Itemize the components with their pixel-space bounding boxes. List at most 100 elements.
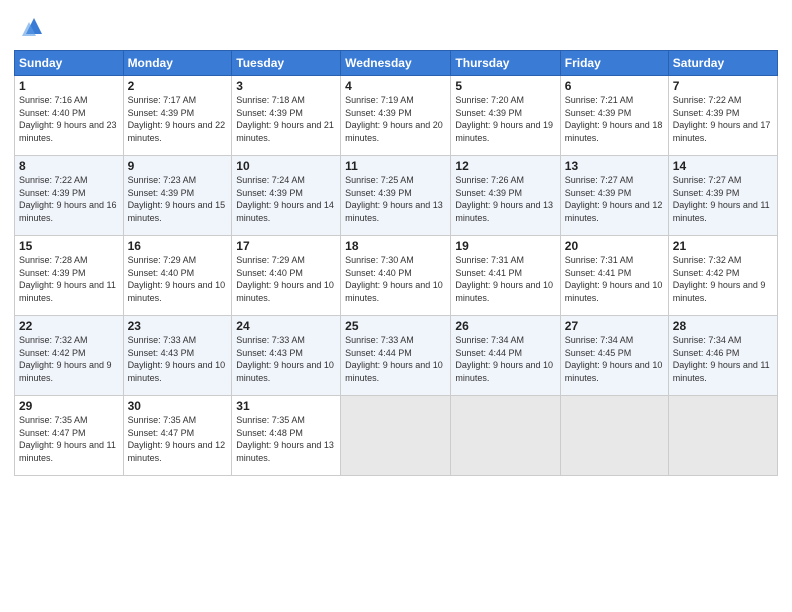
calendar-cell: 26Sunrise: 7:34 AMSunset: 4:44 PMDayligh… bbox=[451, 316, 560, 396]
calendar-cell: 17Sunrise: 7:29 AMSunset: 4:40 PMDayligh… bbox=[232, 236, 341, 316]
day-info: Sunrise: 7:31 AMSunset: 4:41 PMDaylight:… bbox=[565, 254, 664, 304]
calendar-cell bbox=[560, 396, 668, 476]
day-number: 21 bbox=[673, 239, 773, 253]
day-number: 5 bbox=[455, 79, 555, 93]
day-info: Sunrise: 7:29 AMSunset: 4:40 PMDaylight:… bbox=[236, 254, 336, 304]
calendar-cell: 15Sunrise: 7:28 AMSunset: 4:39 PMDayligh… bbox=[15, 236, 124, 316]
calendar-week-row: 15Sunrise: 7:28 AMSunset: 4:39 PMDayligh… bbox=[15, 236, 778, 316]
calendar-cell: 24Sunrise: 7:33 AMSunset: 4:43 PMDayligh… bbox=[232, 316, 341, 396]
day-info: Sunrise: 7:22 AMSunset: 4:39 PMDaylight:… bbox=[673, 94, 773, 144]
calendar-cell: 18Sunrise: 7:30 AMSunset: 4:40 PMDayligh… bbox=[341, 236, 451, 316]
day-info: Sunrise: 7:33 AMSunset: 4:44 PMDaylight:… bbox=[345, 334, 446, 384]
col-header-sunday: Sunday bbox=[15, 51, 124, 76]
calendar-cell: 19Sunrise: 7:31 AMSunset: 4:41 PMDayligh… bbox=[451, 236, 560, 316]
calendar-cell: 20Sunrise: 7:31 AMSunset: 4:41 PMDayligh… bbox=[560, 236, 668, 316]
day-info: Sunrise: 7:25 AMSunset: 4:39 PMDaylight:… bbox=[345, 174, 446, 224]
day-number: 24 bbox=[236, 319, 336, 333]
calendar-cell bbox=[668, 396, 777, 476]
day-number: 31 bbox=[236, 399, 336, 413]
day-info: Sunrise: 7:30 AMSunset: 4:40 PMDaylight:… bbox=[345, 254, 446, 304]
day-number: 7 bbox=[673, 79, 773, 93]
col-header-thursday: Thursday bbox=[451, 51, 560, 76]
calendar-cell: 9Sunrise: 7:23 AMSunset: 4:39 PMDaylight… bbox=[123, 156, 232, 236]
header bbox=[14, 10, 778, 44]
day-number: 3 bbox=[236, 79, 336, 93]
calendar-cell: 28Sunrise: 7:34 AMSunset: 4:46 PMDayligh… bbox=[668, 316, 777, 396]
calendar-week-row: 8Sunrise: 7:22 AMSunset: 4:39 PMDaylight… bbox=[15, 156, 778, 236]
day-number: 27 bbox=[565, 319, 664, 333]
calendar-cell: 10Sunrise: 7:24 AMSunset: 4:39 PMDayligh… bbox=[232, 156, 341, 236]
day-number: 25 bbox=[345, 319, 446, 333]
col-header-wednesday: Wednesday bbox=[341, 51, 451, 76]
day-number: 26 bbox=[455, 319, 555, 333]
day-info: Sunrise: 7:33 AMSunset: 4:43 PMDaylight:… bbox=[128, 334, 228, 384]
day-info: Sunrise: 7:34 AMSunset: 4:45 PMDaylight:… bbox=[565, 334, 664, 384]
calendar-cell: 16Sunrise: 7:29 AMSunset: 4:40 PMDayligh… bbox=[123, 236, 232, 316]
calendar-cell: 30Sunrise: 7:35 AMSunset: 4:47 PMDayligh… bbox=[123, 396, 232, 476]
day-number: 9 bbox=[128, 159, 228, 173]
day-info: Sunrise: 7:32 AMSunset: 4:42 PMDaylight:… bbox=[673, 254, 773, 304]
day-number: 17 bbox=[236, 239, 336, 253]
day-info: Sunrise: 7:31 AMSunset: 4:41 PMDaylight:… bbox=[455, 254, 555, 304]
col-header-monday: Monday bbox=[123, 51, 232, 76]
col-header-tuesday: Tuesday bbox=[232, 51, 341, 76]
logo bbox=[14, 14, 46, 44]
calendar-cell: 21Sunrise: 7:32 AMSunset: 4:42 PMDayligh… bbox=[668, 236, 777, 316]
day-number: 13 bbox=[565, 159, 664, 173]
day-info: Sunrise: 7:16 AMSunset: 4:40 PMDaylight:… bbox=[19, 94, 119, 144]
day-info: Sunrise: 7:34 AMSunset: 4:46 PMDaylight:… bbox=[673, 334, 773, 384]
calendar-cell: 25Sunrise: 7:33 AMSunset: 4:44 PMDayligh… bbox=[341, 316, 451, 396]
calendar-cell: 13Sunrise: 7:27 AMSunset: 4:39 PMDayligh… bbox=[560, 156, 668, 236]
day-info: Sunrise: 7:26 AMSunset: 4:39 PMDaylight:… bbox=[455, 174, 555, 224]
day-info: Sunrise: 7:35 AMSunset: 4:47 PMDaylight:… bbox=[19, 414, 119, 464]
day-number: 10 bbox=[236, 159, 336, 173]
calendar-cell: 1Sunrise: 7:16 AMSunset: 4:40 PMDaylight… bbox=[15, 76, 124, 156]
calendar-week-row: 1Sunrise: 7:16 AMSunset: 4:40 PMDaylight… bbox=[15, 76, 778, 156]
day-number: 22 bbox=[19, 319, 119, 333]
day-info: Sunrise: 7:20 AMSunset: 4:39 PMDaylight:… bbox=[455, 94, 555, 144]
calendar-cell: 2Sunrise: 7:17 AMSunset: 4:39 PMDaylight… bbox=[123, 76, 232, 156]
calendar-cell: 7Sunrise: 7:22 AMSunset: 4:39 PMDaylight… bbox=[668, 76, 777, 156]
day-number: 23 bbox=[128, 319, 228, 333]
calendar-cell: 31Sunrise: 7:35 AMSunset: 4:48 PMDayligh… bbox=[232, 396, 341, 476]
day-info: Sunrise: 7:24 AMSunset: 4:39 PMDaylight:… bbox=[236, 174, 336, 224]
day-info: Sunrise: 7:32 AMSunset: 4:42 PMDaylight:… bbox=[19, 334, 119, 384]
calendar-cell: 11Sunrise: 7:25 AMSunset: 4:39 PMDayligh… bbox=[341, 156, 451, 236]
calendar-cell: 3Sunrise: 7:18 AMSunset: 4:39 PMDaylight… bbox=[232, 76, 341, 156]
page: SundayMondayTuesdayWednesdayThursdayFrid… bbox=[0, 0, 792, 612]
calendar-cell: 14Sunrise: 7:27 AMSunset: 4:39 PMDayligh… bbox=[668, 156, 777, 236]
day-number: 16 bbox=[128, 239, 228, 253]
calendar-week-row: 29Sunrise: 7:35 AMSunset: 4:47 PMDayligh… bbox=[15, 396, 778, 476]
calendar-cell: 4Sunrise: 7:19 AMSunset: 4:39 PMDaylight… bbox=[341, 76, 451, 156]
day-info: Sunrise: 7:21 AMSunset: 4:39 PMDaylight:… bbox=[565, 94, 664, 144]
calendar-table: SundayMondayTuesdayWednesdayThursdayFrid… bbox=[14, 50, 778, 476]
day-info: Sunrise: 7:28 AMSunset: 4:39 PMDaylight:… bbox=[19, 254, 119, 304]
day-info: Sunrise: 7:33 AMSunset: 4:43 PMDaylight:… bbox=[236, 334, 336, 384]
calendar-cell: 5Sunrise: 7:20 AMSunset: 4:39 PMDaylight… bbox=[451, 76, 560, 156]
day-info: Sunrise: 7:27 AMSunset: 4:39 PMDaylight:… bbox=[673, 174, 773, 224]
calendar-cell: 22Sunrise: 7:32 AMSunset: 4:42 PMDayligh… bbox=[15, 316, 124, 396]
day-info: Sunrise: 7:22 AMSunset: 4:39 PMDaylight:… bbox=[19, 174, 119, 224]
logo-icon bbox=[14, 14, 44, 44]
day-info: Sunrise: 7:35 AMSunset: 4:48 PMDaylight:… bbox=[236, 414, 336, 464]
day-number: 12 bbox=[455, 159, 555, 173]
day-info: Sunrise: 7:34 AMSunset: 4:44 PMDaylight:… bbox=[455, 334, 555, 384]
day-info: Sunrise: 7:23 AMSunset: 4:39 PMDaylight:… bbox=[128, 174, 228, 224]
calendar-cell: 29Sunrise: 7:35 AMSunset: 4:47 PMDayligh… bbox=[15, 396, 124, 476]
calendar-week-row: 22Sunrise: 7:32 AMSunset: 4:42 PMDayligh… bbox=[15, 316, 778, 396]
day-info: Sunrise: 7:17 AMSunset: 4:39 PMDaylight:… bbox=[128, 94, 228, 144]
calendar-cell bbox=[341, 396, 451, 476]
day-number: 14 bbox=[673, 159, 773, 173]
calendar-cell bbox=[451, 396, 560, 476]
day-number: 4 bbox=[345, 79, 446, 93]
calendar-body: 1Sunrise: 7:16 AMSunset: 4:40 PMDaylight… bbox=[15, 76, 778, 476]
calendar-cell: 27Sunrise: 7:34 AMSunset: 4:45 PMDayligh… bbox=[560, 316, 668, 396]
day-number: 30 bbox=[128, 399, 228, 413]
day-info: Sunrise: 7:19 AMSunset: 4:39 PMDaylight:… bbox=[345, 94, 446, 144]
calendar-cell: 12Sunrise: 7:26 AMSunset: 4:39 PMDayligh… bbox=[451, 156, 560, 236]
day-number: 19 bbox=[455, 239, 555, 253]
calendar-header-row: SundayMondayTuesdayWednesdayThursdayFrid… bbox=[15, 51, 778, 76]
day-number: 28 bbox=[673, 319, 773, 333]
calendar-cell: 23Sunrise: 7:33 AMSunset: 4:43 PMDayligh… bbox=[123, 316, 232, 396]
calendar-cell: 6Sunrise: 7:21 AMSunset: 4:39 PMDaylight… bbox=[560, 76, 668, 156]
